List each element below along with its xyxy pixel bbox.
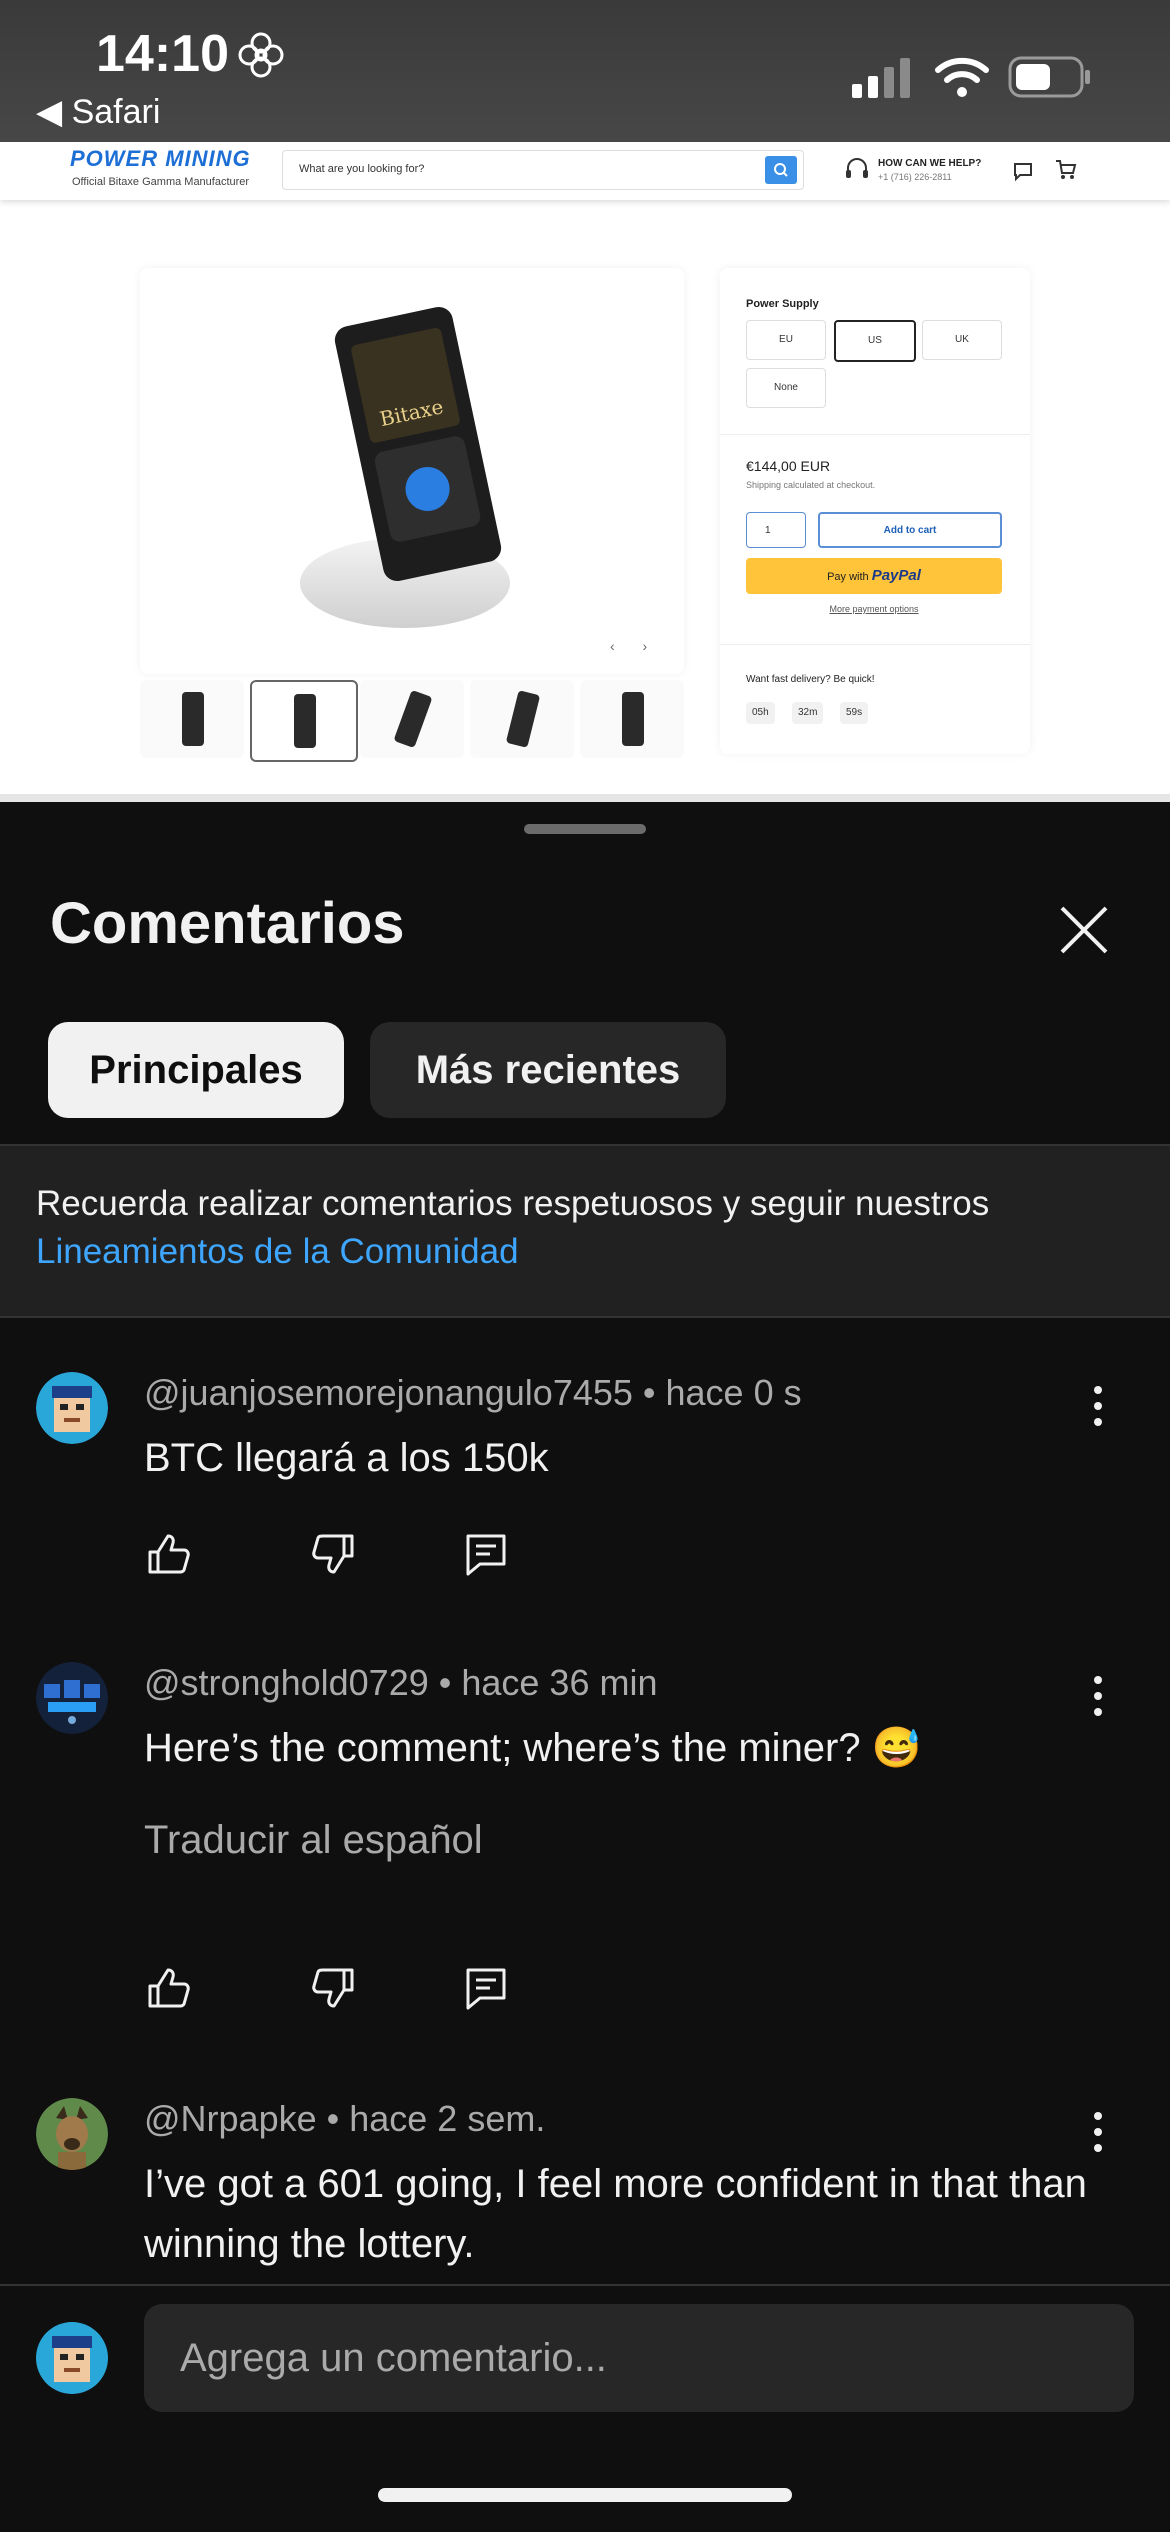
help-title: HOW CAN WE HELP? — [878, 158, 982, 169]
sheet-drag-handle[interactable] — [524, 824, 646, 834]
sheet-title: Comentarios — [50, 891, 405, 956]
comment-time: hace 2 sem. — [349, 2098, 546, 2139]
cellular-signal-icon — [852, 58, 910, 98]
more-payment-link[interactable]: More payment options — [746, 604, 1002, 614]
device-board — [350, 326, 461, 444]
option-uk[interactable]: UK — [922, 320, 1002, 360]
purchase-panel: Power Supply EU US UK None €144,00 EUR S… — [720, 268, 1030, 754]
power-supply-label: Power Supply — [746, 298, 819, 310]
chat-icon[interactable] — [1012, 160, 1034, 182]
thumbnail-strip — [140, 680, 686, 762]
comment-text: Here’s the comment; where’s the miner? 😅 — [144, 1726, 922, 1770]
status-time: 14:10 — [96, 25, 229, 83]
translate-link[interactable]: Traducir al español — [144, 1818, 483, 1863]
site-search-input[interactable]: What are you looking for? — [282, 150, 804, 190]
user-avatar[interactable] — [36, 2322, 108, 2394]
battery-icon — [1008, 56, 1090, 98]
paypal-prefix: Pay with — [827, 571, 869, 583]
comment-text: I’ve got a 601 going, I feel more confid… — [144, 2162, 1087, 2266]
headset-icon — [846, 158, 868, 178]
comments-sheet: Comentarios Principales Más recientes Re… — [0, 802, 1170, 2532]
comment-item: @stronghold0729 • hace 36 min Here’s the… — [0, 1662, 1170, 2062]
avatar[interactable] — [36, 1372, 108, 1444]
comment-author[interactable]: @juanjosemorejonangulo7455 — [144, 1372, 633, 1413]
more-options-icon[interactable] — [1086, 1672, 1110, 1722]
timer-seconds: 59s — [840, 702, 869, 724]
thumbnail[interactable] — [580, 680, 684, 758]
comment-time: hace 36 min — [461, 1662, 658, 1703]
shipping-note: Shipping calculated at checkout. — [746, 480, 876, 490]
option-none[interactable]: None — [746, 368, 826, 408]
dislike-icon[interactable] — [310, 1530, 358, 1578]
product-image-card[interactable]: Bitaxe ‹ › — [140, 268, 684, 674]
timer-hours: 05h — [746, 702, 775, 724]
paypal-brand: PayPal — [871, 567, 921, 584]
cart-icon[interactable] — [1054, 158, 1078, 182]
add-to-cart-button[interactable]: Add to cart — [818, 512, 1002, 548]
status-bar: 14:10 ◀ Safari — [0, 0, 1170, 142]
thumbnail[interactable] — [140, 680, 244, 758]
comment-author[interactable]: @stronghold0729 — [144, 1662, 429, 1703]
comment-item: @juanjosemorejonangulo7455 • hace 0 s BT… — [0, 1372, 1170, 1622]
reply-icon[interactable] — [462, 1964, 510, 2012]
dislike-icon[interactable] — [310, 1964, 358, 2012]
guidelines-link[interactable]: Lineamientos de la Comunidad — [36, 1232, 519, 1272]
image-carousel-arrows[interactable]: ‹ › — [610, 638, 659, 654]
thumbnail[interactable] — [470, 680, 574, 758]
website-preview: POWER MINING Official Bitaxe Gamma Manuf… — [0, 142, 1170, 802]
close-icon[interactable] — [1056, 902, 1112, 958]
comment-meta: @juanjosemorejonangulo7455 • hace 0 s — [144, 1372, 802, 1413]
quantity-stepper[interactable]: 1 — [746, 512, 806, 548]
site-footer-strip — [0, 794, 1170, 802]
focus-flower-icon — [238, 32, 284, 78]
back-to-safari-link[interactable]: ◀ Safari — [36, 92, 160, 132]
add-comment-input[interactable]: Agrega un comentario... — [144, 2304, 1134, 2412]
search-icon — [774, 163, 788, 177]
more-options-icon[interactable] — [1086, 1382, 1110, 1432]
comment-text: BTC llegará a los 150k — [144, 1436, 549, 1480]
site-search-placeholder: What are you looking for? — [299, 163, 425, 175]
reply-icon[interactable] — [462, 1530, 510, 1578]
wifi-icon — [935, 57, 989, 97]
option-eu[interactable]: EU — [746, 320, 826, 360]
like-icon[interactable] — [144, 1964, 192, 2012]
like-icon[interactable] — [144, 1530, 192, 1578]
site-search-button[interactable] — [765, 156, 797, 184]
comment-meta: @stronghold0729 • hace 36 min — [144, 1662, 658, 1703]
tab-mas-recientes[interactable]: Más recientes — [370, 1022, 726, 1118]
comment-item: @Nrpapke • hace 2 sem. I’ve got a 601 go… — [0, 2098, 1170, 2282]
site-tagline: Official Bitaxe Gamma Manufacturer — [72, 176, 250, 188]
thumbnail-selected[interactable] — [250, 680, 358, 762]
timer-minutes: 32m — [792, 702, 824, 724]
comment-meta: @Nrpapke • hace 2 sem. — [144, 2098, 546, 2139]
more-options-icon[interactable] — [1086, 2108, 1110, 2158]
site-logo[interactable]: POWER MINING — [70, 146, 251, 172]
help-phone[interactable]: +1 (716) 226-2811 — [878, 172, 952, 182]
thumbnail[interactable] — [360, 680, 464, 758]
guidelines-text: Recuerda realizar comentarios respetuoso… — [36, 1184, 990, 1223]
avatar[interactable] — [36, 2098, 108, 2170]
community-guidelines-notice: Recuerda realizar comentarios respetuoso… — [0, 1144, 1170, 1318]
divider — [720, 434, 1030, 435]
add-to-cart-label: Add to cart — [883, 525, 937, 536]
fast-delivery-text: Want fast delivery? Be quick! — [746, 674, 875, 685]
tab-principales[interactable]: Principales — [48, 1022, 344, 1118]
fan-hub — [401, 462, 454, 516]
option-us[interactable]: US — [834, 320, 916, 362]
avatar[interactable] — [36, 1662, 108, 1734]
paypal-button[interactable]: Pay with PayPal — [746, 558, 1002, 594]
divider — [720, 644, 1030, 645]
product-price: €144,00 EUR — [746, 458, 831, 474]
comment-time: hace 0 s — [665, 1372, 802, 1413]
site-header: POWER MINING Official Bitaxe Gamma Manuf… — [0, 142, 1170, 200]
device-fan — [373, 434, 483, 544]
home-indicator[interactable] — [378, 2488, 792, 2502]
comment-author[interactable]: @Nrpapke — [144, 2098, 317, 2139]
